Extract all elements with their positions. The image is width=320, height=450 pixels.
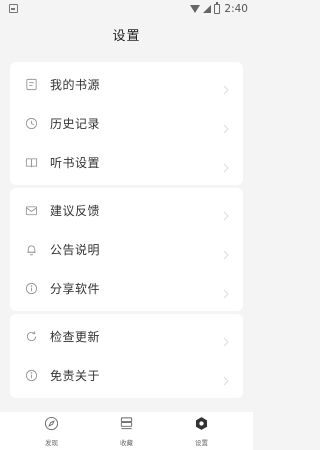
settings-icon [194, 416, 209, 435]
menu-item-label: 分享软件 [50, 282, 101, 296]
chevron-right-icon [223, 119, 231, 133]
menu-item-listen-settings[interactable]: 听书设置 [10, 143, 243, 182]
battery-icon [214, 1, 221, 14]
menu-item-disclaimer-about[interactable]: 免责关于 [10, 356, 243, 395]
menu-item-label: 我的书源 [50, 78, 101, 92]
chevron-right-icon [223, 80, 231, 94]
clock-icon [24, 117, 38, 131]
menu-item-check-update[interactable]: 检查更新 [10, 317, 243, 356]
bell-icon [24, 243, 38, 257]
refresh-icon [24, 330, 38, 344]
info-icon [24, 369, 38, 383]
tab-discover[interactable]: 发现 [22, 416, 82, 447]
menu-item-label: 历史记录 [50, 117, 101, 131]
status-indicators: 2:40 [190, 1, 248, 15]
status-time: 2:40 [224, 2, 248, 15]
menu-item-history[interactable]: 历史记录 [10, 104, 243, 143]
wifi-icon [190, 4, 201, 13]
signal-icon [203, 4, 212, 13]
menu-item-share[interactable]: 分享软件 [10, 269, 243, 308]
page-title: 设置 [112, 28, 141, 44]
chevron-right-icon [223, 158, 231, 172]
tab-label: 设置 [195, 438, 208, 447]
status-bar: 2:40 [0, 0, 253, 17]
compass-icon [44, 416, 59, 435]
bookshelf-icon [119, 416, 134, 435]
settings-group-2: 建议反馈 公告说明 分享软件 [10, 188, 243, 311]
open-book-icon [24, 156, 38, 170]
tab-favorites[interactable]: 收藏 [97, 416, 157, 447]
info-icon [24, 282, 38, 296]
chevron-right-icon [223, 206, 231, 220]
chevron-right-icon [223, 245, 231, 259]
menu-item-label: 听书设置 [50, 156, 101, 170]
menu-item-book-sources[interactable]: 我的书源 [10, 65, 243, 104]
tab-label: 发现 [45, 438, 58, 447]
tab-settings[interactable]: 设置 [172, 416, 232, 447]
menu-item-label: 建议反馈 [50, 204, 101, 218]
settings-group-3: 检查更新 免责关于 [10, 314, 243, 398]
menu-item-feedback[interactable]: 建议反馈 [10, 191, 243, 230]
menu-item-announcement[interactable]: 公告说明 [10, 230, 243, 269]
chevron-right-icon [223, 284, 231, 298]
menu-item-label: 免责关于 [50, 369, 101, 383]
settings-group-1: 我的书源 历史记录 听书设置 [10, 62, 243, 185]
chevron-right-icon [223, 332, 231, 346]
notification-icon [9, 4, 18, 13]
chevron-right-icon [223, 371, 231, 385]
menu-item-label: 检查更新 [50, 330, 101, 344]
book-source-icon [24, 78, 38, 92]
mail-icon [24, 204, 38, 218]
menu-item-label: 公告说明 [50, 243, 101, 257]
tab-label: 收藏 [120, 438, 133, 447]
bottom-tab-bar: 发现 收藏 设置 [0, 412, 253, 450]
